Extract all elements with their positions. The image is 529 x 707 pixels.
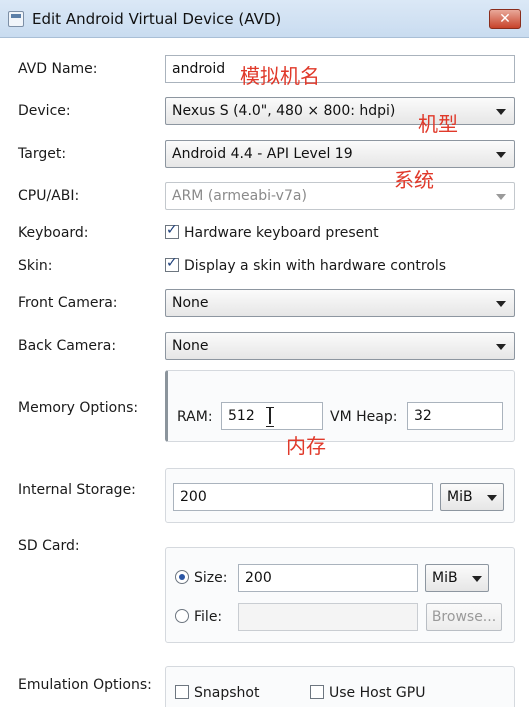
- memory-annotation: 内存: [286, 434, 326, 458]
- chevron-down-icon: [496, 152, 506, 158]
- sd-file-label: File:: [194, 609, 223, 625]
- keyboard-label: Keyboard:: [18, 225, 89, 241]
- sd-size-radio[interactable]: [175, 570, 189, 584]
- snapshot-checkbox-row[interactable]: Snapshot: [175, 685, 259, 701]
- chevron-down-icon: [487, 495, 497, 501]
- emulation-options-label: Emulation Options:: [18, 677, 152, 693]
- internal-storage-label: Internal Storage:: [18, 482, 136, 498]
- skin-checkbox-label: Display a skin with hardware controls: [184, 258, 447, 274]
- vm-heap-label: VM Heap:: [330, 409, 398, 425]
- device-selected-value: Nexus S (4.0", 480 × 800: hdpi): [172, 103, 396, 119]
- sd-file-radio[interactable]: [175, 609, 189, 623]
- window-title: Edit Android Virtual Device (AVD): [32, 10, 282, 28]
- host-gpu-checkbox[interactable]: [310, 685, 324, 699]
- avd-name-annotation: 模拟机名: [240, 64, 320, 88]
- cpu-abi-select: ARM (armeabi-v7a): [165, 182, 515, 210]
- front-camera-label: Front Camera:: [18, 295, 118, 311]
- close-button[interactable]: ✕: [489, 9, 521, 29]
- chevron-down-icon: [496, 301, 506, 307]
- vm-heap-input[interactable]: 32: [407, 402, 503, 430]
- cpu-abi-selected-value: ARM (armeabi-v7a): [172, 188, 307, 204]
- target-label: Target:: [18, 146, 67, 162]
- internal-storage-unit-value: MiB: [447, 489, 473, 505]
- keyboard-checkbox-label: Hardware keyboard present: [184, 225, 379, 241]
- front-camera-select[interactable]: None: [165, 289, 515, 317]
- title-bar: Edit Android Virtual Device (AVD) ✕: [0, 0, 529, 38]
- text-cursor-icon: [266, 407, 274, 427]
- back-camera-selected-value: None: [172, 338, 209, 354]
- dialog-body: AVD Name: android Device: Nexus S (4.0",…: [0, 38, 529, 707]
- sd-size-option[interactable]: Size:: [175, 570, 227, 586]
- sd-size-unit-value: MiB: [432, 570, 458, 586]
- snapshot-checkbox[interactable]: [175, 685, 189, 699]
- host-gpu-label: Use Host GPU: [329, 685, 426, 701]
- snapshot-label: Snapshot: [194, 685, 260, 701]
- skin-checkbox-row[interactable]: Display a skin with hardware controls: [165, 255, 447, 274]
- sd-size-unit-select[interactable]: MiB: [425, 564, 489, 592]
- ram-label: RAM:: [177, 409, 213, 425]
- cpu-abi-label: CPU/ABI:: [18, 188, 80, 204]
- sd-card-label: SD Card:: [18, 538, 80, 554]
- sd-file-input: [238, 603, 418, 631]
- target-annotation: 系统: [394, 168, 434, 192]
- memory-options-label: Memory Options:: [18, 400, 139, 416]
- app-icon: [8, 11, 24, 27]
- host-gpu-checkbox-row[interactable]: Use Host GPU: [310, 685, 425, 701]
- target-selected-value: Android 4.4 - API Level 19: [172, 146, 353, 162]
- skin-checkbox[interactable]: [165, 255, 179, 272]
- device-select[interactable]: Nexus S (4.0", 480 × 800: hdpi): [165, 97, 515, 125]
- avd-name-input[interactable]: android: [165, 55, 515, 83]
- sd-size-input[interactable]: 200: [238, 564, 418, 592]
- internal-storage-input[interactable]: 200: [173, 483, 433, 511]
- device-annotation: 机型: [418, 112, 458, 136]
- device-label: Device:: [18, 103, 71, 119]
- back-camera-label: Back Camera:: [18, 338, 117, 354]
- keyboard-checkbox[interactable]: [165, 222, 179, 239]
- browse-button: Browse...: [426, 603, 502, 631]
- keyboard-checkbox-row[interactable]: Hardware keyboard present: [165, 222, 379, 241]
- chevron-down-icon: [496, 344, 506, 350]
- back-camera-select[interactable]: None: [165, 332, 515, 360]
- chevron-down-icon: [496, 109, 506, 115]
- chevron-down-icon: [496, 194, 506, 200]
- internal-storage-unit-select[interactable]: MiB: [440, 483, 504, 511]
- chevron-down-icon: [472, 576, 482, 582]
- sd-file-option[interactable]: File:: [175, 609, 222, 625]
- front-camera-selected-value: None: [172, 295, 209, 311]
- avd-name-label: AVD Name:: [18, 61, 98, 77]
- skin-label: Skin:: [18, 258, 53, 274]
- sd-size-label: Size:: [194, 570, 228, 586]
- target-select[interactable]: Android 4.4 - API Level 19: [165, 140, 515, 168]
